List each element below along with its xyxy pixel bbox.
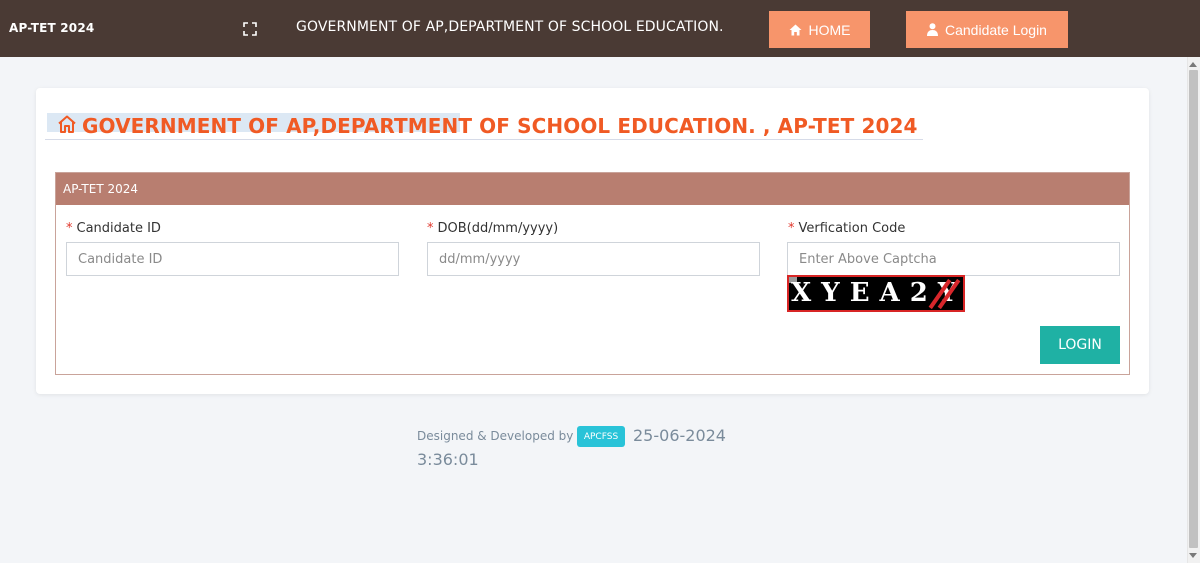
dob-label: * DOB(dd/mm/yyyy): [427, 221, 559, 236]
required-mark: *: [427, 221, 434, 236]
home-button-label: HOME: [808, 21, 851, 38]
scroll-down-arrow-icon[interactable]: [1189, 553, 1197, 558]
brand-label: AP-TET 2024: [9, 21, 95, 35]
nav-title: GOVERNMENT OF AP,DEPARTMENT OF SCHOOL ED…: [296, 19, 724, 35]
candidate-login-button[interactable]: Candidate Login: [906, 11, 1068, 48]
designed-by-text: Designed & Developed by: [417, 429, 574, 443]
candidate-login-label: Candidate Login: [945, 21, 1047, 38]
home-icon: [789, 24, 802, 36]
login-button[interactable]: LOGIN: [1040, 326, 1120, 364]
top-navbar: AP-TET 2024 GOVERNMENT OF AP,DEPARTMENT …: [0, 0, 1200, 57]
dob-input[interactable]: [427, 242, 760, 276]
scroll-up-arrow-icon[interactable]: [1189, 62, 1197, 67]
scrollbar-thumb[interactable]: [1189, 70, 1198, 548]
login-panel: AP-TET 2024 *Candidate ID *DOB(dd/mm/yyy…: [55, 172, 1130, 375]
panel-heading: AP-TET 2024: [56, 173, 1129, 205]
page-heading: GOVERNMENT OF AP,DEPARTMENT OF SCHOOL ED…: [45, 112, 923, 140]
required-mark: *: [66, 221, 73, 236]
developer-badge[interactable]: APCFSS: [577, 426, 625, 447]
captcha-input[interactable]: [787, 242, 1120, 276]
candidate-id-input[interactable]: [66, 242, 399, 276]
required-mark: *: [788, 221, 795, 236]
login-card: GOVERNMENT OF AP,DEPARTMENT OF SCHOOL ED…: [36, 88, 1149, 394]
verification-code-label: * Verfication Code: [788, 221, 906, 236]
home-button[interactable]: HOME: [769, 11, 870, 48]
captcha-image: XYEA2Y: [787, 275, 965, 312]
candidate-id-label: * Candidate ID: [66, 221, 161, 236]
footer-date: 25-06-2024: [633, 426, 726, 445]
page-title: GOVERNMENT OF AP,DEPARTMENT OF SCHOOL ED…: [82, 113, 918, 138]
footer-time: 3:36:01: [417, 450, 479, 469]
home-outline-icon: [57, 114, 77, 138]
user-icon: [927, 23, 938, 36]
expand-icon[interactable]: [243, 21, 257, 36]
